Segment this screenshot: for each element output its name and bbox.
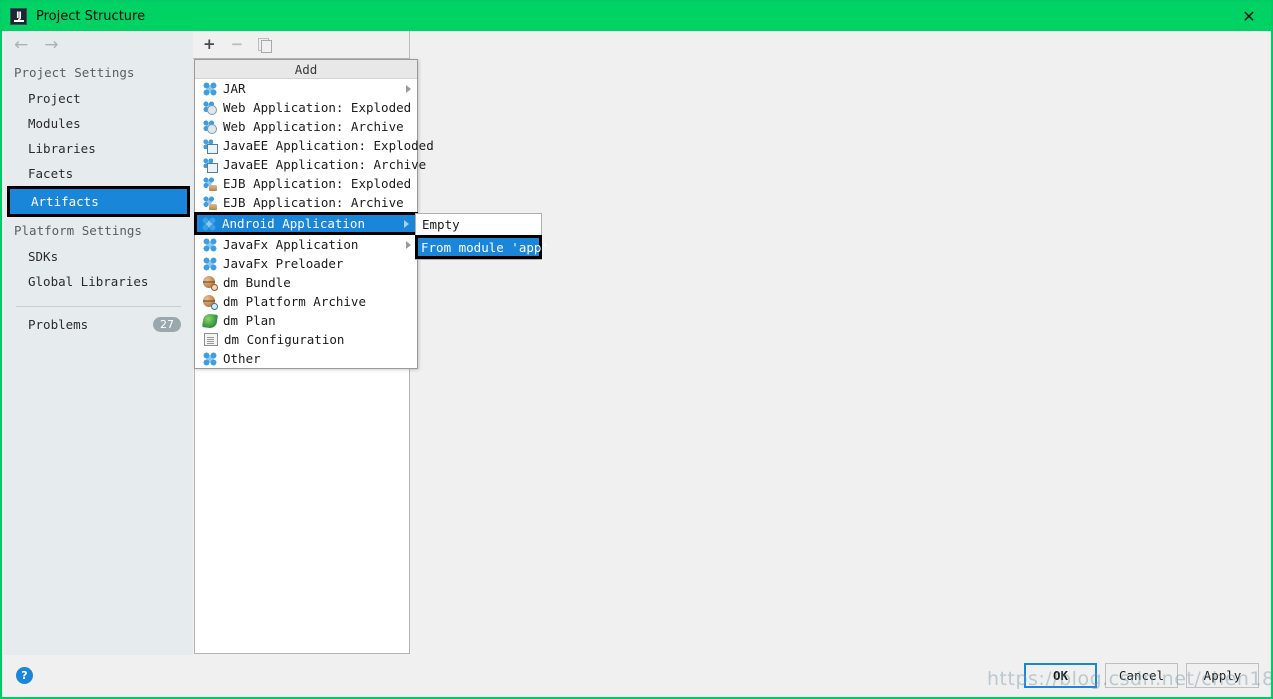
remove-icon[interactable]: − (231, 37, 244, 52)
menu-item-label: Other (223, 351, 261, 366)
chevron-right-icon (406, 240, 411, 249)
artifacts-toolbar: + − (193, 31, 410, 59)
window-title: Project Structure (36, 9, 146, 24)
menu-item-label: EJB Application: Exploded (223, 176, 412, 191)
menu-item-label: Web Application: Exploded (223, 100, 412, 115)
chevron-right-icon (406, 84, 411, 93)
apply-button[interactable]: Apply (1186, 662, 1259, 688)
menu-item-label: JavaEE Application: Archive (223, 157, 427, 172)
navigation-arrows: ← → (4, 31, 193, 59)
sidebar-item-artifacts[interactable]: Artifacts (7, 186, 190, 217)
menu-item-other[interactable]: Other (195, 349, 417, 368)
javaee-application-icon (203, 138, 218, 154)
sidebar-item-sdks[interactable]: SDKs (4, 244, 193, 269)
other-artifact-icon (203, 351, 217, 366)
submenu-item-empty[interactable]: Empty (416, 214, 541, 235)
add-artifact-menu: Add JAR Web Application: Exploded Web Ap… (194, 59, 434, 369)
menu-item-javaee-application-exploded[interactable]: JavaEE Application: Exploded (195, 136, 434, 155)
sidebar-item-global-libraries[interactable]: Global Libraries (4, 269, 193, 294)
menu-item-label: dm Platform Archive (223, 294, 366, 309)
menu-item-javafx-preloader[interactable]: JavaFx Preloader (195, 254, 417, 273)
android-application-submenu: Empty From module 'app' (415, 213, 549, 260)
menu-item-label: JavaFx Application (223, 237, 359, 252)
sidebar-item-problems[interactable]: Problems 27 (4, 307, 193, 332)
menu-item-web-application-archive[interactable]: Web Application: Archive (195, 117, 417, 136)
dm-platform-badge-icon (211, 302, 218, 310)
menu-item-android-application[interactable]: Android Application (194, 212, 418, 235)
sidebar-item-facets[interactable]: Facets (4, 161, 193, 186)
javafx-preloader-icon (203, 256, 217, 271)
menu-item-dm-plan[interactable]: dm Plan (195, 311, 417, 330)
problems-label: Problems (28, 317, 89, 332)
sidebar-item-modules[interactable]: Modules (4, 111, 193, 136)
problems-count-badge: 27 (153, 317, 181, 332)
sidebar-item-project[interactable]: Project (4, 86, 193, 111)
menu-item-label: dm Configuration (224, 332, 345, 347)
menu-item-javafx-application[interactable]: JavaFx Application (195, 235, 417, 254)
close-icon[interactable]: ✕ (1227, 2, 1271, 31)
menu-item-dm-bundle[interactable]: dm Bundle (195, 273, 417, 292)
artifact-jar-icon (203, 81, 217, 96)
settings-sidebar: ← → Project Settings Project Modules Lib… (4, 31, 193, 661)
help-icon[interactable]: ? (16, 666, 33, 684)
chevron-right-icon (404, 219, 409, 228)
menu-item-dm-platform-archive[interactable]: dm Platform Archive (195, 292, 417, 311)
menu-item-dm-configuration[interactable]: dm Configuration (195, 330, 417, 349)
web-application-icon (203, 119, 217, 134)
menu-item-label: Web Application: Archive (223, 119, 404, 134)
dialog-button-group: OK Cancel Apply (1024, 662, 1269, 688)
dm-platform-archive-icon (203, 294, 218, 310)
forward-arrow-icon[interactable]: → (44, 36, 58, 54)
dm-plan-icon (202, 312, 218, 329)
sidebar-item-libraries[interactable]: Libraries (4, 136, 193, 161)
menu-item-label: JAR (223, 81, 246, 96)
add-icon[interactable]: + (203, 37, 216, 52)
ejb-application-icon (203, 195, 217, 210)
dm-bundle-badge-icon (211, 283, 218, 291)
menu-item-web-application-exploded[interactable]: Web Application: Exploded (195, 98, 417, 117)
menu-item-label: dm Bundle (223, 275, 291, 290)
menu-item-javaee-application-archive[interactable]: JavaEE Application: Archive (195, 155, 426, 174)
intellij-idea-icon: IJ (10, 8, 27, 25)
menu-item-label: JavaEE Application: Exploded (223, 138, 434, 153)
menu-item-jar[interactable]: JAR (195, 79, 417, 98)
menu-item-label: dm Plan (223, 313, 276, 328)
dm-configuration-icon (204, 333, 218, 346)
artifacts-main-area: + − Add JAR Web Application: Exploded We… (193, 31, 1269, 655)
menu-item-label: EJB Application: Archive (223, 195, 404, 210)
cancel-button[interactable]: Cancel (1105, 662, 1178, 688)
menu-item-ejb-application-archive[interactable]: EJB Application: Archive (195, 193, 417, 212)
ejb-application-icon (203, 176, 217, 191)
sidebar-group-header-project-settings: Project Settings (14, 65, 135, 80)
android-application-icon (202, 216, 216, 231)
ok-button[interactable]: OK (1024, 662, 1097, 688)
back-arrow-icon[interactable]: ← (14, 36, 28, 54)
submenu-item-from-module-app[interactable]: From module 'app' (415, 235, 549, 259)
menu-item-ejb-application-exploded[interactable]: EJB Application: Exploded (195, 174, 417, 193)
javaee-application-icon (203, 157, 218, 173)
copy-icon[interactable] (258, 38, 273, 53)
menu-item-label: JavaFx Preloader (223, 256, 344, 271)
dialog-footer: ? OK Cancel Apply (4, 655, 1269, 695)
title-bar: IJ Project Structure ✕ (2, 2, 1271, 31)
dm-bundle-icon (203, 275, 218, 291)
web-application-icon (203, 100, 217, 115)
project-structure-dialog: IJ Project Structure ✕ ← → Project Setti… (0, 0, 1273, 699)
menu-item-label: Android Application (222, 216, 365, 231)
add-menu-title: Add (195, 60, 417, 79)
sidebar-group-header-platform-settings: Platform Settings (14, 223, 142, 238)
javafx-application-icon (203, 237, 217, 252)
